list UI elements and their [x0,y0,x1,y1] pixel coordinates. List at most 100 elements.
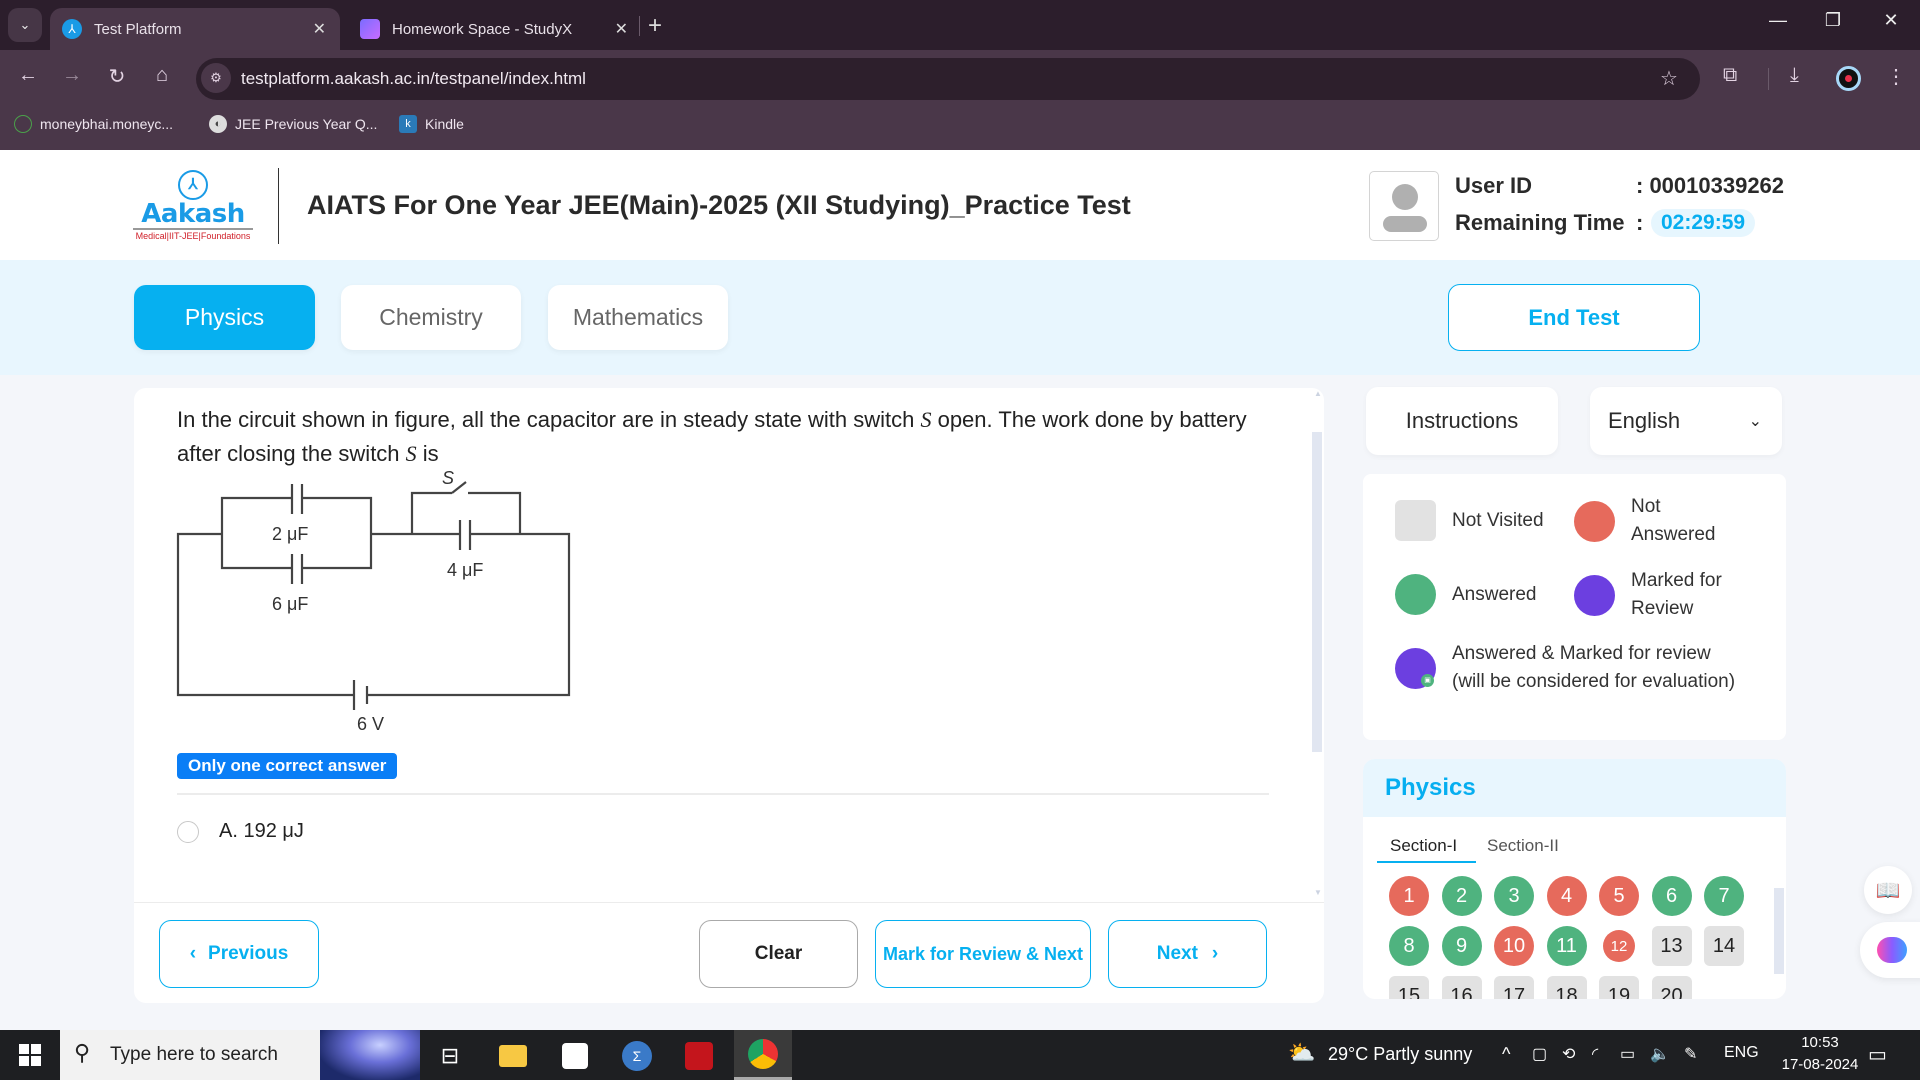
aakash-favicon-icon: ⅄ [62,19,82,39]
marked-swatch [1574,574,1615,616]
notifications-icon[interactable]: ▭ [1868,1042,1887,1067]
wire-bottom-right [367,532,571,697]
palette-scrollbar[interactable] [1774,888,1784,974]
menu-kebab-icon[interactable]: ⋮ [1886,64,1906,89]
profile-avatar-icon[interactable] [1836,66,1861,91]
site-info-icon[interactable]: ⚙ [201,63,231,93]
update-icon[interactable]: ⟲ [1562,1044,1575,1064]
palette-question-5[interactable]: 5 [1599,876,1639,916]
wire-left-bottom [176,532,354,697]
battery-icon[interactable]: ▭ [1620,1044,1635,1064]
palette-question-14[interactable]: 14 [1704,926,1744,966]
bookmark-label: moneybhai.moneyc... [40,116,174,132]
question-text: In the circuit shown in figure, all the … [177,403,1267,471]
user-id-label: User ID [1455,173,1533,198]
clock-date[interactable]: 17-08-2024 [1770,1056,1870,1073]
palette-question-6[interactable]: 6 [1651,876,1692,916]
palette-question-13[interactable]: 13 [1651,926,1692,966]
option-a[interactable]: A. 192 μJ [177,820,304,843]
subject-tab-physics[interactable]: Physics [134,285,315,350]
volume-icon[interactable]: 🔈 [1650,1044,1670,1064]
language-select[interactable]: English ⌄ [1590,387,1782,455]
bookmark-jee-previous-year[interactable]: ◐ JEE Previous Year Q... [209,115,377,133]
file-explorer-icon[interactable] [493,1036,533,1076]
user-id-value: : 00010339262 [1636,173,1785,198]
option-a-radio[interactable] [177,820,199,843]
circuit-diagram: 2 μF 6 μF 4 μF S 6 V [176,470,571,734]
remaining-time-label: Remaining Time [1455,210,1625,235]
microsoft-store-icon[interactable] [555,1036,595,1076]
clock-time[interactable]: 10:53 [1790,1034,1850,1051]
camera-icon[interactable]: ▢ [1532,1044,1547,1064]
legend-not-answered: Not Answered [1574,493,1744,549]
restore-icon[interactable]: ❐ [1813,10,1853,31]
weather-icon[interactable]: ⛅ [1288,1040,1315,1066]
palette-question-7[interactable]: 7 [1704,876,1744,916]
bookmark-kindle[interactable]: k Kindle [399,115,464,133]
wifi-icon[interactable]: ◜ [1592,1044,1598,1064]
url-text[interactable]: testplatform.aakash.ac.in/testpanel/inde… [241,69,586,89]
palette-question-11[interactable]: 11 [1546,926,1587,966]
close-tab-icon[interactable]: ✕ [615,19,628,39]
clear-button[interactable]: Clear [699,920,858,988]
mark-for-review-next-button[interactable]: Mark for Review & Next [875,920,1091,988]
next-button[interactable]: Next › [1108,920,1267,988]
question-scrollbar[interactable] [1312,432,1322,752]
close-window-icon[interactable]: ✕ [1871,10,1911,31]
scroll-up-arrow-icon[interactable]: ▲ [1314,389,1322,398]
weather-text[interactable]: 29°C Partly sunny [1328,1044,1472,1065]
task-view-icon[interactable]: ⊟ [430,1036,470,1076]
minimize-icon[interactable]: — [1758,10,1798,31]
previous-button[interactable]: ‹ Previous [159,920,319,988]
palette-question-8[interactable]: 8 [1389,926,1429,966]
extensions-icon[interactable]: ⧉ [1723,64,1737,87]
download-icon[interactable]: ⤓ [1790,64,1799,87]
tab-title: Homework Space - StudyX [392,20,573,38]
cap-4uf-label: 4 μF [447,560,483,580]
switch-label: S [442,470,454,488]
palette-question-12[interactable]: 12 [1603,930,1635,962]
ai-assistant-button[interactable] [1860,922,1920,978]
section-tab-1[interactable]: Section-I [1390,836,1457,856]
legend-answered: Answered [1395,574,1537,615]
user-avatar [1369,171,1439,241]
show-hidden-icons-icon[interactable]: ^ [1502,1044,1510,1065]
windows-start-button[interactable] [0,1030,60,1080]
reading-mode-button[interactable]: 📖 [1864,866,1912,914]
browser-tab-studyx[interactable]: Homework Space - StudyX ✕ [352,8,642,50]
math-app-icon[interactable]: Σ [617,1036,657,1076]
back-icon[interactable]: ← [14,64,42,87]
bookmark-star-icon[interactable]: ☆ [1660,66,1678,91]
taskbar-search-placeholder[interactable]: Type here to search [110,1044,278,1066]
bookmark-moneybhai[interactable]: moneybhai.moneyc... [14,115,173,133]
instructions-button[interactable]: Instructions [1366,387,1558,455]
scroll-down-arrow-icon[interactable]: ▼ [1314,888,1322,897]
wire-switch-left [410,491,452,534]
browser-tab-test-platform[interactable]: ⅄ Test Platform ✕ [50,8,340,50]
cap-6uf-label: 6 μF [272,594,308,614]
palette-question-4[interactable]: 4 [1546,876,1587,916]
palette-question-3[interactable]: 3 [1494,876,1534,916]
section-tab-2[interactable]: Section-II [1487,836,1559,856]
new-tab-button[interactable]: + [648,12,662,40]
home-icon[interactable]: ⌂ [148,64,176,87]
palette-question-9[interactable]: 9 [1441,926,1482,966]
end-test-button[interactable]: End Test [1448,284,1700,351]
tab-search-button[interactable]: ⌄ [8,8,42,42]
forward-icon[interactable]: → [58,64,86,87]
legend-label: Marked for Review [1631,570,1722,619]
palette-question-10[interactable]: 10 [1494,926,1534,966]
subject-tab-chemistry[interactable]: Chemistry [341,285,521,350]
palette-question-1[interactable]: 1 [1389,876,1429,916]
acrobat-reader-icon[interactable] [679,1036,719,1076]
palette-question-2[interactable]: 2 [1441,876,1482,916]
subject-tab-mathematics[interactable]: Mathematics [548,285,728,350]
close-tab-icon[interactable]: ✕ [313,19,326,39]
pen-icon[interactable]: ✎ [1684,1044,1697,1064]
open-book-icon: 📖 [1875,879,1901,902]
language-selected: English [1608,408,1681,433]
reload-icon[interactable]: ↻ [103,64,131,89]
input-language[interactable]: ENG [1724,1044,1759,1062]
chrome-taskbar-icon[interactable] [734,1030,792,1080]
wire-6uf-right [302,534,373,570]
